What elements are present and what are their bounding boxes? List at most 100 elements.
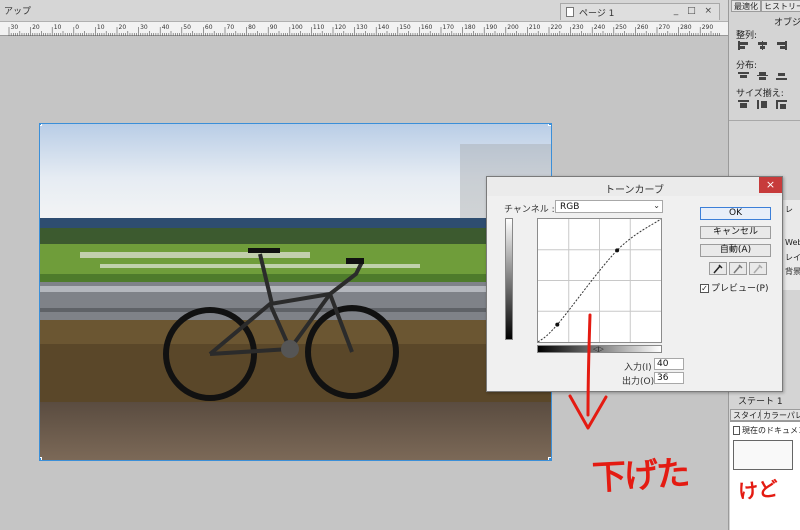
- background-layer-item[interactable]: 背景: [785, 266, 800, 277]
- ruler-tick-label: 50: [183, 24, 191, 31]
- ruler-tick-label: 210: [529, 24, 541, 31]
- app-label: アップ: [4, 7, 32, 17]
- input-slider-arrows-icon[interactable]: ◁▷: [593, 344, 607, 354]
- curve-control-point[interactable]: [615, 248, 620, 253]
- preview-checkbox[interactable]: ✓ プレビュー(P): [700, 281, 768, 294]
- current-document-style[interactable]: 現在のドキュメン: [733, 425, 800, 436]
- close-button[interactable]: ×: [759, 177, 782, 193]
- ruler-tick-label: 40: [162, 24, 170, 31]
- ruler-tick-label: 70: [227, 24, 235, 31]
- align-center-icon[interactable]: [757, 41, 768, 50]
- black-eyedropper-icon[interactable]: [709, 262, 727, 275]
- style-swatch[interactable]: [733, 440, 793, 470]
- dialog-title: トーンカーブ: [605, 185, 664, 196]
- ruler-tick-label: 160: [421, 24, 433, 31]
- auto-button[interactable]: 自動(A): [700, 244, 771, 257]
- match-width-icon[interactable]: [738, 100, 749, 109]
- ruler-tick-label: 110: [313, 24, 325, 31]
- page-icon: [566, 7, 574, 17]
- ruler-tick-label: 260: [637, 24, 649, 31]
- ruler-tick-label: 290: [702, 24, 714, 31]
- document-top-bar: アップ ページ 1 _ □ ×: [0, 0, 728, 22]
- ruler-tick-label: 90: [270, 24, 278, 31]
- layers-tab-label: レ: [785, 205, 793, 214]
- ruler-tick-label: 20: [119, 24, 127, 31]
- ruler-tick-label: 130: [356, 24, 368, 31]
- match-both-icon[interactable]: [776, 100, 787, 109]
- selection-handle[interactable]: [548, 124, 551, 126]
- layers-panel-edge: レ Web レイヤ 背景: [782, 200, 800, 290]
- gray-eyedropper-icon[interactable]: [729, 262, 747, 275]
- white-eyedropper-icon[interactable]: [749, 262, 767, 275]
- output-gradient-bar: [505, 218, 513, 340]
- ruler-tick-label: 180: [464, 24, 476, 31]
- selection-handle[interactable]: [40, 124, 42, 126]
- ruler-tick-label: 200: [507, 24, 519, 31]
- ruler-tick-label: 170: [443, 24, 455, 31]
- web-layer-item[interactable]: Web: [785, 238, 800, 247]
- curve-graph[interactable]: [537, 218, 662, 343]
- channel-label: チャンネル :: [504, 205, 555, 215]
- ruler-tick-label: 250: [615, 24, 627, 31]
- layer-item[interactable]: レイヤ: [785, 252, 800, 263]
- ruler-tick-label: 230: [572, 24, 584, 31]
- selection-handle[interactable]: [548, 457, 551, 460]
- tone-curve-dialog: トーンカーブ × チャンネル : RGB ⌄ ◁▷ 入力(I) : 40 出力(…: [486, 176, 783, 392]
- align-left-icon[interactable]: [738, 41, 749, 50]
- dialog-titlebar[interactable]: トーンカーブ ×: [487, 177, 782, 196]
- ruler-tick-label: 190: [486, 24, 498, 31]
- preview-label: プレビュー(P): [711, 284, 769, 294]
- distribute-center-icon[interactable]: [757, 71, 768, 80]
- document-icon: [733, 426, 740, 435]
- distribute-right-icon[interactable]: [776, 71, 787, 80]
- curve-control-point[interactable]: [555, 322, 560, 327]
- channel-value: RGB: [560, 202, 580, 212]
- ruler-tick-label: 30: [140, 24, 148, 31]
- ruler-tick-label: 10: [54, 24, 62, 31]
- ruler-tick-label: 150: [399, 24, 411, 31]
- ruler-tick-label: 10: [97, 24, 105, 31]
- distribute-left-icon[interactable]: [738, 71, 749, 80]
- match-size-label: サイズ揃え:: [736, 89, 784, 99]
- ruler-tick-label: 280: [680, 24, 692, 31]
- cancel-button[interactable]: キャンセル: [700, 226, 771, 239]
- window-controls-icon[interactable]: _ □ ×: [674, 6, 715, 16]
- ruler-tick-label: 120: [335, 24, 347, 31]
- panel-divider: [729, 120, 800, 121]
- tab-color-palette[interactable]: カラーパレッ: [760, 409, 800, 421]
- ruler-tick-label: 0: [75, 24, 79, 31]
- bicycle-photo-image: [40, 124, 551, 460]
- curve-plot: [537, 218, 662, 343]
- ruler-tick-label: 220: [551, 24, 563, 31]
- horizontal-ruler: 30 20 10 0 10 20 30 40 50 60 70 80 90 100 110 120 130 140…: [0, 22, 728, 36]
- match-height-icon[interactable]: [757, 100, 768, 109]
- styles-tab-bar: スタイル カラーパレッ: [730, 409, 800, 421]
- state-label: ステート 1: [738, 397, 783, 407]
- ruler-tick-label: 140: [378, 24, 390, 31]
- ruler-tick-label: 80: [248, 24, 256, 31]
- distribute-label: 分布:: [736, 61, 758, 71]
- tab-optimize[interactable]: 最適化: [731, 0, 761, 12]
- document-tab-title: ページ 1: [579, 9, 615, 19]
- canvas-photo[interactable]: [39, 123, 552, 461]
- chevron-down-icon: ⌄: [653, 201, 660, 210]
- panel-section-title: オブジェ: [774, 18, 800, 28]
- ruler-scale: 30 20 10 0 10 20 30 40 50 60 70 80 90 100 110 120 130 140…: [8, 24, 720, 36]
- checkbox-icon: ✓: [700, 284, 709, 293]
- tab-history[interactable]: ヒストリー: [761, 0, 800, 12]
- output-field[interactable]: 36: [654, 372, 684, 384]
- ruler-tick-label: 100: [291, 24, 303, 31]
- selection-handle[interactable]: [40, 457, 42, 460]
- ruler-tick-label: 30: [11, 24, 19, 31]
- document-tab[interactable]: ページ 1 _ □ ×: [560, 3, 720, 20]
- handwritten-annotation-small: けど: [737, 476, 780, 504]
- channel-select[interactable]: RGB ⌄: [555, 200, 663, 213]
- ruler-tick-label: 240: [594, 24, 606, 31]
- ruler-tick-label: 20: [32, 24, 40, 31]
- input-field[interactable]: 40: [654, 358, 684, 370]
- ok-button[interactable]: OK: [700, 207, 771, 220]
- input-label: 入力(I) :: [624, 363, 658, 373]
- align-right-icon[interactable]: [776, 41, 787, 50]
- ruler-tick-label: 270: [659, 24, 671, 31]
- ruler-tick-label: 60: [205, 24, 213, 31]
